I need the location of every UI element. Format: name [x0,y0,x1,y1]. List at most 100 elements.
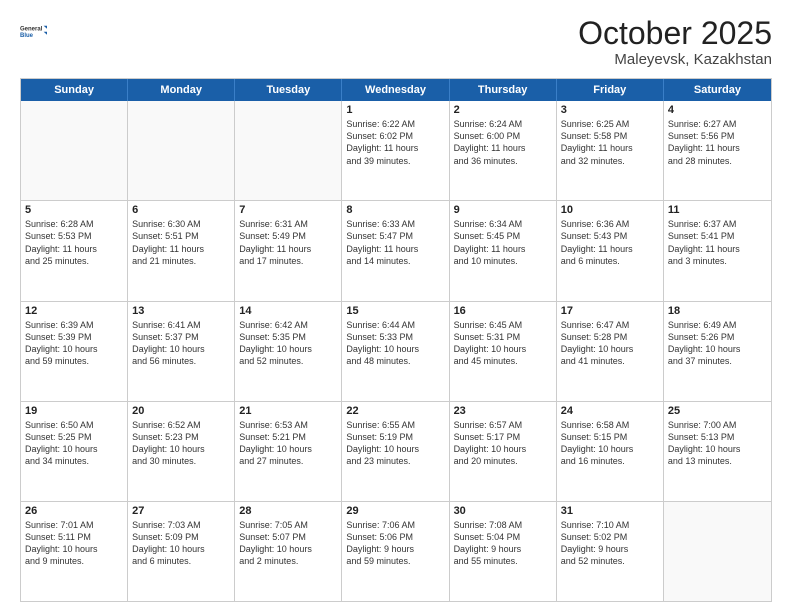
cell-info: Sunrise: 6:39 AMSunset: 5:39 PMDaylight:… [25,319,123,368]
day-number: 22 [346,405,444,417]
calendar-cell: 26 Sunrise: 7:01 AMSunset: 5:11 PMDayligh… [21,502,128,601]
calendar-cell: 8Sunrise: 6:33 AMSunset: 5:47 PMDaylight… [342,201,449,300]
logo: GeneralBlue [20,16,50,46]
page: GeneralBlue October 2025 Maleyevsk, Kaza… [0,0,792,612]
day-number: 19 [25,405,123,417]
day-number: 8 [346,204,444,216]
calendar-cell: 2 Sunrise: 6:24 AMSunset: 6:00 PMDaylight… [450,101,557,200]
svg-text:General: General [20,26,43,32]
header: GeneralBlue October 2025 Maleyevsk, Kaza… [20,16,772,68]
day-number: 25 [668,405,767,417]
cell-info: Sunrise: 6:52 AMSunset: 5:23 PMDaylight:… [132,419,230,468]
cell-info: Sunrise: 6:37 AMSunset: 5:41 PMDaylight:… [668,218,767,267]
calendar-cell: 18Sunrise: 6:49 AMSunset: 5:26 PMDayligh… [664,302,771,401]
day-number: 10 [561,204,659,216]
day-number: 16 [454,305,552,317]
cell-info: Sunrise: 6:55 AMSunset: 5:19 PMDaylight:… [346,419,444,468]
calendar-week-5: 26 Sunrise: 7:01 AMSunset: 5:11 PMDayligh… [21,501,771,601]
cell-info: Sunrise: 6:31 AMSunset: 5:49 PMDaylight:… [239,218,337,267]
cell-info: Sunrise: 6:24 AMSunset: 6:00 PMDaylight:… [454,118,552,167]
cell-info: Sunrise: 6:25 AMSunset: 5:58 PMDaylight:… [561,118,659,167]
calendar-week-4: 19 Sunrise: 6:50 AMSunset: 5:25 PMDayligh… [21,401,771,501]
day-number: 21 [239,405,337,417]
day-number: 11 [668,204,767,216]
header-day-monday: Monday [128,79,235,101]
header-day-friday: Friday [557,79,664,101]
cell-info: Sunrise: 6:36 AMSunset: 5:43 PMDaylight:… [561,218,659,267]
logo-icon: GeneralBlue [20,16,50,46]
calendar-cell: 21 Sunrise: 6:53 AMSunset: 5:21 PMDayligh… [235,402,342,501]
calendar-week-3: 12 Sunrise: 6:39 AMSunset: 5:39 PMDayligh… [21,301,771,401]
day-number: 18 [668,305,767,317]
calendar-week-2: 5Sunrise: 6:28 AMSunset: 5:53 PMDaylight… [21,200,771,300]
day-number: 31 [561,505,659,517]
day-number: 9 [454,204,552,216]
cell-info: Sunrise: 6:27 AMSunset: 5:56 PMDaylight:… [668,118,767,167]
day-number: 29 [346,505,444,517]
calendar-week-1: 1 Sunrise: 6:22 AMSunset: 6:02 PMDaylight… [21,101,771,200]
calendar-cell: 10 Sunrise: 6:36 AMSunset: 5:43 PMDayligh… [557,201,664,300]
calendar-cell: 12 Sunrise: 6:39 AMSunset: 5:39 PMDayligh… [21,302,128,401]
cell-info: Sunrise: 6:22 AMSunset: 6:02 PMDaylight:… [346,118,444,167]
day-number: 1 [346,104,444,116]
location: Maleyevsk, Kazakhstan [578,51,772,68]
calendar-cell: 16Sunrise: 6:45 AMSunset: 5:31 PMDayligh… [450,302,557,401]
cell-info: Sunrise: 6:42 AMSunset: 5:35 PMDaylight:… [239,319,337,368]
cell-info: Sunrise: 7:00 AMSunset: 5:13 PMDaylight:… [668,419,767,468]
day-number: 12 [25,305,123,317]
header-day-thursday: Thursday [450,79,557,101]
cell-info: Sunrise: 7:10 AMSunset: 5:02 PMDaylight:… [561,519,659,568]
calendar-cell: 6Sunrise: 6:30 AMSunset: 5:51 PMDaylight… [128,201,235,300]
day-number: 6 [132,204,230,216]
cell-info: Sunrise: 7:06 AMSunset: 5:06 PMDaylight:… [346,519,444,568]
day-number: 28 [239,505,337,517]
calendar-cell: 24 Sunrise: 6:58 AMSunset: 5:15 PMDayligh… [557,402,664,501]
calendar-cell: 29 Sunrise: 7:06 AMSunset: 5:06 PMDayligh… [342,502,449,601]
cell-info: Sunrise: 6:53 AMSunset: 5:21 PMDaylight:… [239,419,337,468]
calendar-cell: 17Sunrise: 6:47 AMSunset: 5:28 PMDayligh… [557,302,664,401]
calendar-cell: 25 Sunrise: 7:00 AMSunset: 5:13 PMDayligh… [664,402,771,501]
day-number: 23 [454,405,552,417]
header-day-wednesday: Wednesday [342,79,449,101]
calendar-cell: 28 Sunrise: 7:05 AMSunset: 5:07 PMDayligh… [235,502,342,601]
day-number: 14 [239,305,337,317]
day-number: 30 [454,505,552,517]
cell-info: Sunrise: 6:50 AMSunset: 5:25 PMDaylight:… [25,419,123,468]
calendar-header: SundayMondayTuesdayWednesdayThursdayFrid… [21,79,771,101]
calendar-cell [664,502,771,601]
calendar-cell: 13Sunrise: 6:41 AMSunset: 5:37 PMDayligh… [128,302,235,401]
day-number: 2 [454,104,552,116]
month-title: October 2025 [578,16,772,51]
calendar-cell: 7 Sunrise: 6:31 AMSunset: 5:49 PMDaylight… [235,201,342,300]
cell-info: Sunrise: 6:58 AMSunset: 5:15 PMDaylight:… [561,419,659,468]
calendar-body: 1 Sunrise: 6:22 AMSunset: 6:02 PMDaylight… [21,101,771,601]
calendar-cell: 14 Sunrise: 6:42 AMSunset: 5:35 PMDayligh… [235,302,342,401]
cell-info: Sunrise: 6:34 AMSunset: 5:45 PMDaylight:… [454,218,552,267]
calendar-cell [128,101,235,200]
calendar-cell: 22 Sunrise: 6:55 AMSunset: 5:19 PMDayligh… [342,402,449,501]
header-day-sunday: Sunday [21,79,128,101]
day-number: 24 [561,405,659,417]
calendar-cell: 23 Sunrise: 6:57 AMSunset: 5:17 PMDayligh… [450,402,557,501]
day-number: 7 [239,204,337,216]
calendar-cell: 5Sunrise: 6:28 AMSunset: 5:53 PMDaylight… [21,201,128,300]
header-day-saturday: Saturday [664,79,771,101]
cell-info: Sunrise: 7:05 AMSunset: 5:07 PMDaylight:… [239,519,337,568]
calendar-cell: 20 Sunrise: 6:52 AMSunset: 5:23 PMDayligh… [128,402,235,501]
calendar-cell [21,101,128,200]
day-number: 20 [132,405,230,417]
day-number: 26 [25,505,123,517]
calendar-cell: 9 Sunrise: 6:34 AMSunset: 5:45 PMDaylight… [450,201,557,300]
day-number: 3 [561,104,659,116]
calendar-cell: 3 Sunrise: 6:25 AMSunset: 5:58 PMDaylight… [557,101,664,200]
day-number: 15 [346,305,444,317]
calendar-cell: 27Sunrise: 7:03 AMSunset: 5:09 PMDayligh… [128,502,235,601]
calendar-cell: 1 Sunrise: 6:22 AMSunset: 6:02 PMDaylight… [342,101,449,200]
cell-info: Sunrise: 7:08 AMSunset: 5:04 PMDaylight:… [454,519,552,568]
calendar-cell: 31 Sunrise: 7:10 AMSunset: 5:02 PMDayligh… [557,502,664,601]
title-block: October 2025 Maleyevsk, Kazakhstan [578,16,772,68]
cell-info: Sunrise: 7:01 AMSunset: 5:11 PMDaylight:… [25,519,123,568]
calendar-cell: 19 Sunrise: 6:50 AMSunset: 5:25 PMDayligh… [21,402,128,501]
cell-info: Sunrise: 6:57 AMSunset: 5:17 PMDaylight:… [454,419,552,468]
cell-info: Sunrise: 6:41 AMSunset: 5:37 PMDaylight:… [132,319,230,368]
